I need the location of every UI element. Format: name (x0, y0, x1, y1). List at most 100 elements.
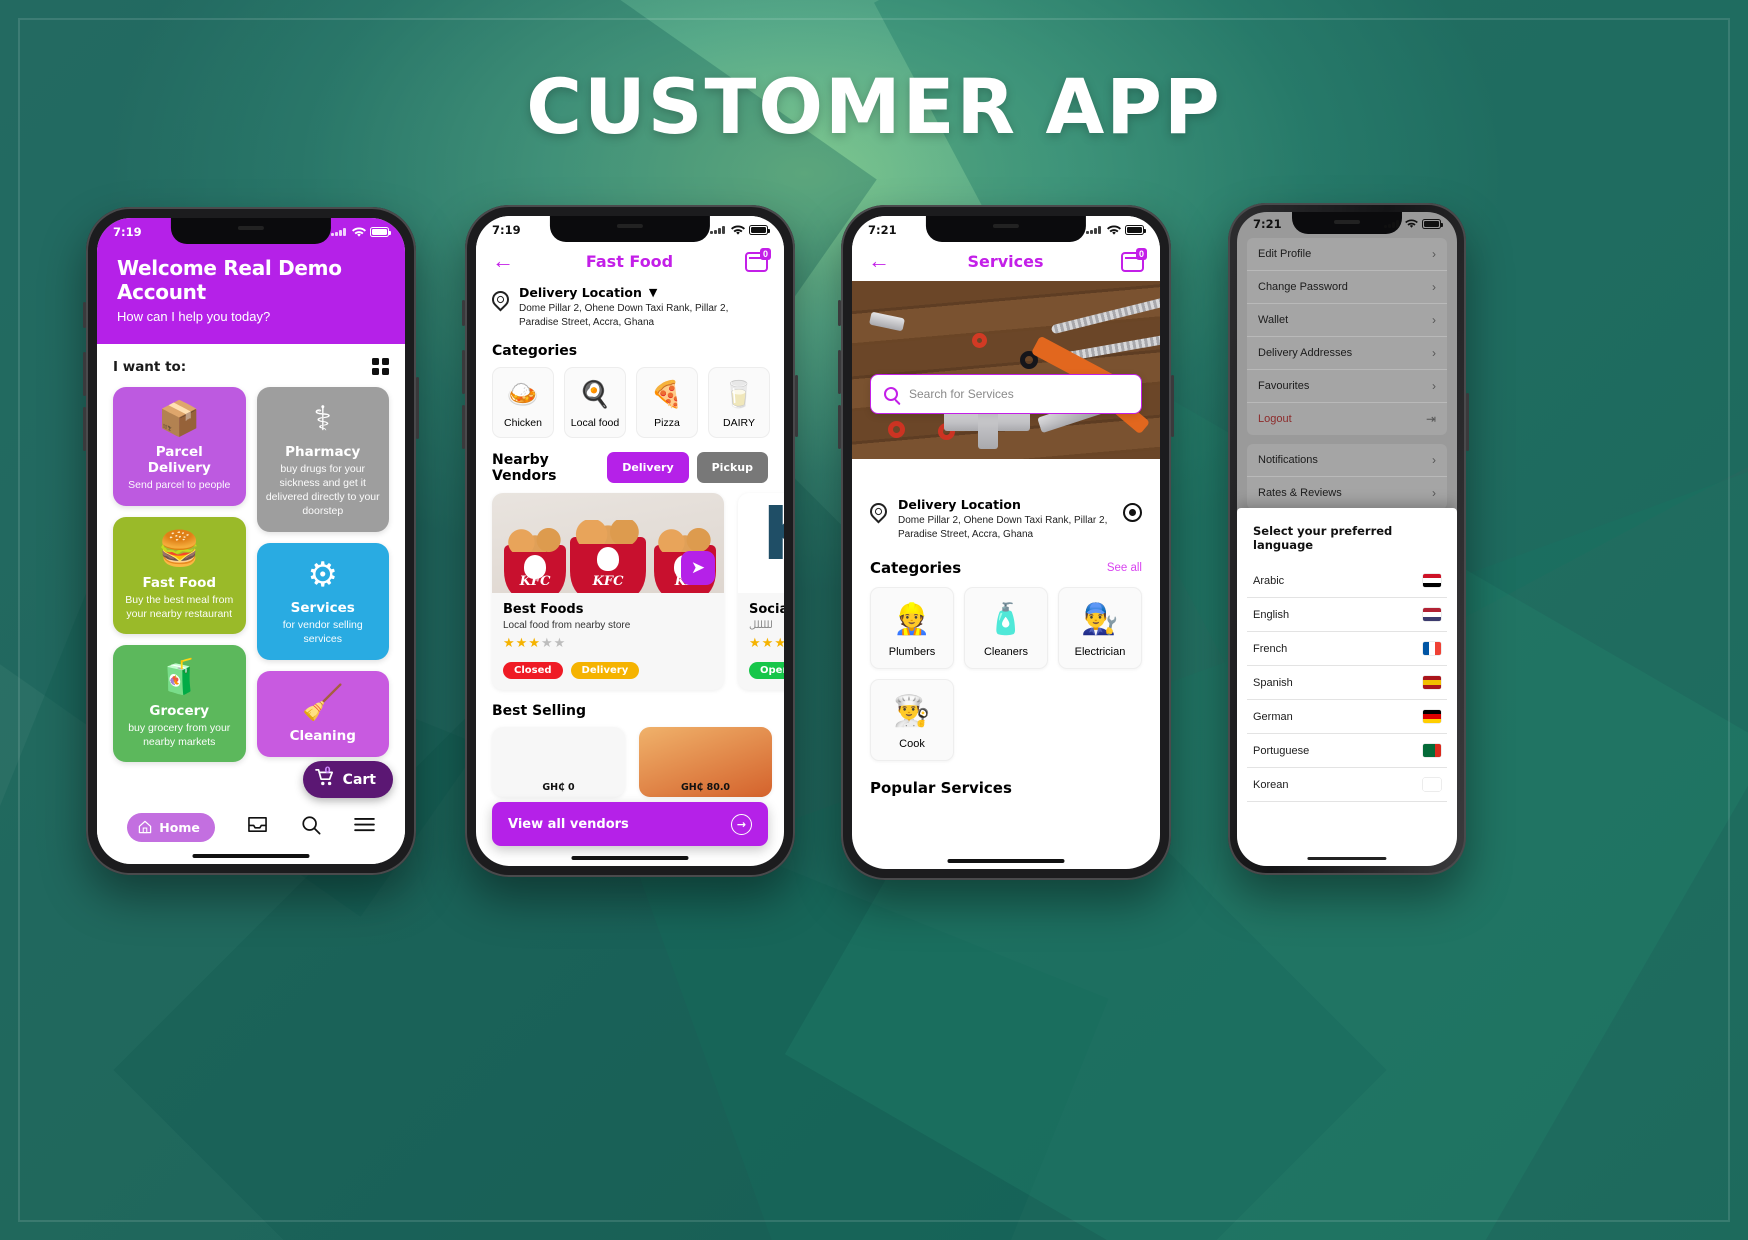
menu-item-rates-reviews[interactable]: Rates & Reviews › (1247, 477, 1447, 509)
vendor-name: Social (749, 601, 784, 617)
wifi-icon (1405, 219, 1418, 228)
back-arrow-icon[interactable]: ← (492, 250, 514, 272)
menu-item-edit-profile[interactable]: Edit Profile › (1247, 238, 1447, 271)
service-card-cook[interactable]: 👨‍🍳 Cook (870, 678, 954, 761)
language-label: Arabic (1253, 574, 1285, 587)
language-option-french[interactable]: French (1247, 632, 1447, 666)
phone-mockup-home: 7:19 Welcome Real Demo Account How can I… (83, 207, 419, 875)
language-option-portuguese[interactable]: Portuguese (1247, 734, 1447, 768)
status-bar: 7:21 (1237, 212, 1457, 236)
cart-count-badge: 0 (759, 248, 771, 260)
delivery-location-row[interactable]: Delivery Location ▼ Dome Pillar 2, Ohene… (476, 281, 784, 330)
cart-label: Cart (342, 771, 376, 788)
cart-box-icon[interactable]: 0 (745, 248, 771, 272)
home-indicator (947, 859, 1065, 863)
cart-floating-button[interactable]: 0 Cart (302, 761, 393, 798)
vendor-card[interactable]: KFC KFC KF ➤ Best Foods Local food from … (492, 492, 724, 690)
service-icon: 👨‍🍳 (893, 694, 931, 728)
price-label: GH₵ 80.0 (680, 781, 731, 793)
service-card-cleaners[interactable]: 🧴 Cleaners (964, 586, 1048, 669)
service-tile-fast-food[interactable]: 🍔 Fast Food Buy the best meal from your ne… (113, 517, 246, 635)
language-option-spanish[interactable]: Spanish (1247, 666, 1447, 700)
categories-heading: Categories (492, 342, 578, 359)
navigate-icon[interactable]: ➤ (681, 550, 715, 585)
tab-pickup[interactable]: Pickup (696, 452, 768, 484)
tile-description: Buy the best meal from your nearby resta… (125, 593, 234, 620)
category-card-dairy[interactable]: 🥛 DAIRY (708, 366, 770, 438)
service-label: Plumbers (888, 645, 936, 658)
service-label: Cook (899, 737, 925, 750)
best-selling-card[interactable]: GH₵ 80.0 (639, 726, 772, 797)
services-body: Delivery Location Dome Pillar 2, Ohene D… (852, 459, 1160, 797)
best-selling-card[interactable]: GH₵ 0 (492, 726, 625, 797)
tab-delivery[interactable]: Delivery (607, 452, 689, 484)
menu-item-delivery-addresses[interactable]: Delivery Addresses › (1247, 337, 1447, 370)
delivery-location-row[interactable]: Delivery Location Dome Pillar 2, Ohene D… (866, 497, 1142, 542)
chevron-down-icon[interactable]: ▼ (649, 286, 657, 299)
menu-item-notifications[interactable]: Notifications › (1247, 444, 1447, 477)
cart-box-icon[interactable]: 0 (1120, 248, 1147, 272)
menu-item-change-password[interactable]: Change Password › (1247, 271, 1447, 304)
menu-item-favourites[interactable]: Favourites › (1247, 370, 1447, 403)
nav-menu-icon[interactable] (353, 817, 375, 837)
logout-icon: ⇥ (1425, 412, 1436, 426)
service-tile-parcel-delivery[interactable]: 📦 Parcel Delivery Send parcel to people (113, 387, 246, 507)
welcome-title: Welcome Real Demo Account (117, 256, 342, 304)
phone-volume-down-button (462, 405, 465, 449)
service-tile-pharmacy[interactable]: ⚕ Pharmacy buy drugs for your sickness and… (256, 387, 389, 532)
rating-stars: ★★★★★ (749, 634, 784, 650)
flag-icon-german (1423, 710, 1441, 723)
menu-item-label: Favourites (1258, 380, 1310, 392)
phone1-screen: 7:19 Welcome Real Demo Account How can I… (97, 218, 405, 864)
vendor-status-chips: Closed Delivery (503, 661, 713, 679)
service-tile-grocery[interactable]: 🧃 Grocery buy grocery from your nearby mar… (113, 645, 246, 763)
see-all-link[interactable]: See all (1107, 562, 1142, 574)
menu-item-label: Notifications (1258, 454, 1318, 466)
best-selling-strip: GH₵ 0 GH₵ 80.0 (476, 726, 784, 797)
service-tile-cleaning[interactable]: 🧹 Cleaning (256, 670, 389, 758)
language-label: Portuguese (1253, 744, 1310, 757)
nav-inbox-icon[interactable] (247, 815, 268, 839)
delivery-location-label: Delivery Location (898, 497, 1021, 512)
language-option-korean[interactable]: Korean (1247, 768, 1447, 802)
grid-view-icon[interactable] (372, 358, 389, 375)
back-arrow-icon[interactable]: ← (868, 250, 890, 272)
nav-search-icon[interactable] (301, 815, 321, 840)
service-label: Cleaners (983, 645, 1029, 658)
delivery-pickup-toggle[interactable]: Delivery Pickup (607, 452, 768, 484)
tile-icon: 🧃 (158, 658, 201, 697)
vendor-card[interactable]: K Social لللللل ★★★★★ Open (738, 492, 784, 690)
flag-icon-portuguese (1423, 744, 1441, 757)
language-option-english[interactable]: English (1247, 598, 1447, 632)
language-option-german[interactable]: German (1247, 700, 1447, 734)
language-option-arabic[interactable]: Arabic (1247, 564, 1447, 598)
signal-icon (331, 228, 348, 236)
view-all-vendors-button[interactable]: View all vendors → (492, 802, 768, 846)
search-input[interactable]: Search for Services (870, 374, 1142, 414)
arrow-right-circle-icon: → (731, 813, 752, 835)
menu-item-wallet[interactable]: Wallet › (1247, 304, 1447, 337)
categories-header: Categories See all (870, 542, 1142, 587)
category-card-pizza[interactable]: 🍕 Pizza (636, 366, 698, 438)
language-label: English (1253, 608, 1290, 621)
menu-item-logout[interactable]: Logout ⇥ (1247, 403, 1447, 435)
signal-icon (1086, 226, 1103, 234)
tile-icon: 📦 (158, 400, 201, 438)
crosshair-locate-icon[interactable] (1123, 503, 1142, 522)
phone4-screen: 7:21 Edit Profile › Change Password › Wallet… (1237, 212, 1457, 866)
sidebar-item-home[interactable]: Home (127, 812, 215, 842)
language-list: Arabic English French Spanish German Portugue… (1247, 564, 1447, 802)
service-card-electrician[interactable]: 👨‍🔧 Electrician (1058, 586, 1142, 669)
category-strip[interactable]: 🍛 Chicken 🍳 Local food 🍕 Pizza 🥛 DAIRY (476, 366, 784, 438)
page-title: CUSTOMER APP (526, 62, 1222, 151)
category-card-chicken[interactable]: 🍛 Chicken (492, 366, 554, 438)
category-label: DAIRY (723, 416, 755, 429)
settings-card-secondary: Notifications › Rates & Reviews › (1247, 444, 1447, 509)
phone-side-button (838, 300, 841, 326)
category-card-local-food[interactable]: 🍳 Local food (564, 366, 626, 438)
flag-icon-korean (1423, 778, 1441, 791)
map-pin-icon (488, 287, 513, 312)
service-tile-services[interactable]: ⚙ Services for vendor selling services (256, 542, 389, 660)
service-card-plumbers[interactable]: 👷 Plumbers (870, 586, 954, 669)
phone-mockup-settings: 7:21 Edit Profile › Change Password › Wallet… (1228, 203, 1469, 875)
